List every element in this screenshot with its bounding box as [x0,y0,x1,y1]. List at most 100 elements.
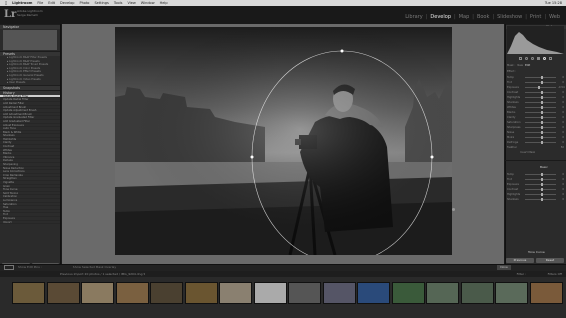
slider-track[interactable] [525,106,556,109]
slider-knob[interactable] [540,188,543,191]
slider-track[interactable] [525,136,556,139]
slider-value[interactable]: 0 [558,141,564,144]
menu-lightroom[interactable]: Lightroom [12,1,32,5]
slider-track[interactable] [525,173,556,176]
slider-track[interactable] [525,183,556,186]
slider-knob[interactable] [540,173,543,176]
slider-track[interactable] [525,116,556,119]
slider-value[interactable]: 0 [558,121,564,124]
menu-photo[interactable]: Photo [79,1,89,5]
menu-window[interactable]: Window [141,1,155,5]
slider-value[interactable]: 0 [558,131,564,134]
slider-value[interactable]: 0 [558,178,564,181]
module-print[interactable]: Print [530,14,542,20]
previous-button[interactable]: Previous [506,258,534,263]
apple-icon[interactable]:  [5,1,7,5]
menu-develop[interactable]: Develop [60,1,74,5]
filmstrip-thumbnail[interactable] [12,282,45,304]
loupe-view-icon[interactable] [4,265,14,270]
slider-knob[interactable] [540,81,543,84]
slider-value[interactable]: 0 [558,193,564,196]
slider-track[interactable] [525,188,556,191]
slider-track[interactable] [525,131,556,134]
slider-track[interactable] [525,111,556,114]
menu-help[interactable]: Help [160,1,168,5]
navigator-header[interactable]: Navigator [0,24,60,29]
slider-track[interactable] [525,101,556,104]
module-library[interactable]: Library [405,14,422,20]
filmstrip-thumbnail[interactable] [495,282,528,304]
slider-value[interactable]: 0 [558,188,564,191]
module-slideshow[interactable]: Slideshow [497,14,522,20]
slider-track[interactable] [525,96,556,99]
slider-knob[interactable] [540,111,543,114]
slider-knob[interactable] [540,141,543,144]
filmstrip-thumbnail[interactable] [322,282,356,304]
slider-value[interactable]: 0 [558,106,564,109]
slider-knob[interactable] [540,101,543,104]
slider-value[interactable]: 0 [558,116,564,119]
slider-track[interactable] [525,86,556,89]
invert-mask-checkbox[interactable]: Invert Mask [520,151,535,154]
slider-track[interactable] [525,193,556,196]
slider-knob[interactable] [540,183,543,186]
slider-value[interactable]: 0 [558,96,564,99]
filmstrip-thumbnail[interactable] [529,282,563,304]
filmstrip-thumbnail[interactable] [115,282,149,304]
slider-track[interactable] [525,81,556,84]
adjustment-brush-icon[interactable] [549,57,552,60]
slider-knob[interactable] [540,76,543,79]
module-book[interactable]: Book [477,14,489,20]
slider-knob[interactable] [540,131,543,134]
slider-value[interactable]: -0.54 [558,86,565,89]
module-web[interactable]: Web [549,14,560,20]
slider-knob[interactable] [540,116,543,119]
slider-track[interactable] [525,121,556,124]
slider-value[interactable]: 0 [558,183,564,186]
slider-value[interactable]: 0 [558,101,564,104]
basic-header[interactable]: Basic [540,165,548,169]
navigator-preview[interactable] [3,30,57,50]
filmstrip-thumbnail[interactable] [391,282,425,304]
menu-settings[interactable]: Settings [94,1,108,5]
done-button[interactable]: Done [497,265,511,270]
slider-track[interactable] [525,126,556,129]
filmstrip-thumbnail[interactable] [150,282,183,304]
graduated-filter-icon[interactable] [537,57,540,60]
slider-value[interactable]: 0 [558,81,564,84]
slider-value[interactable]: 0 [558,173,564,176]
filmstrip-thumbnail[interactable] [460,282,494,304]
filmstrip-thumbnail[interactable] [426,282,459,304]
slider-value[interactable]: 0 [558,76,564,79]
filmstrip-thumbnail[interactable] [253,282,287,304]
menu-file[interactable]: File [37,1,43,5]
slider-value[interactable]: 0 [558,91,564,94]
slider-knob[interactable] [540,106,543,109]
slider-track[interactable] [525,91,556,94]
slider-track[interactable] [525,198,556,201]
filmstrip-thumbnail[interactable] [81,282,114,304]
slider-knob[interactable] [540,126,543,129]
slider-knob[interactable] [540,96,543,99]
slider-knob[interactable] [540,178,543,181]
slider-track[interactable] [525,76,556,79]
filmstrip-thumbnail[interactable] [288,282,321,304]
slider-knob[interactable] [540,121,543,124]
slider-knob[interactable] [540,91,543,94]
slider-knob[interactable] [540,193,543,196]
radial-filter-icon[interactable] [543,57,546,60]
history-item[interactable]: Import [0,221,60,225]
slider-track[interactable] [525,178,556,181]
filmstrip-thumbnail[interactable] [46,282,80,304]
crop-tool-icon[interactable] [519,57,522,60]
slider-value[interactable]: 0 [558,198,564,201]
slider-value[interactable]: 0 [558,126,564,129]
red-eye-icon[interactable] [531,57,534,60]
filmstrip-thumbnail[interactable] [219,282,252,304]
module-map[interactable]: Map [459,14,470,20]
filmstrip-thumbnail[interactable] [357,282,390,304]
slider-knob[interactable] [540,136,543,139]
menu-tools[interactable]: Tools [114,1,123,5]
module-develop[interactable]: Develop [430,14,451,20]
filmstrip-thumbnail[interactable] [184,282,218,304]
